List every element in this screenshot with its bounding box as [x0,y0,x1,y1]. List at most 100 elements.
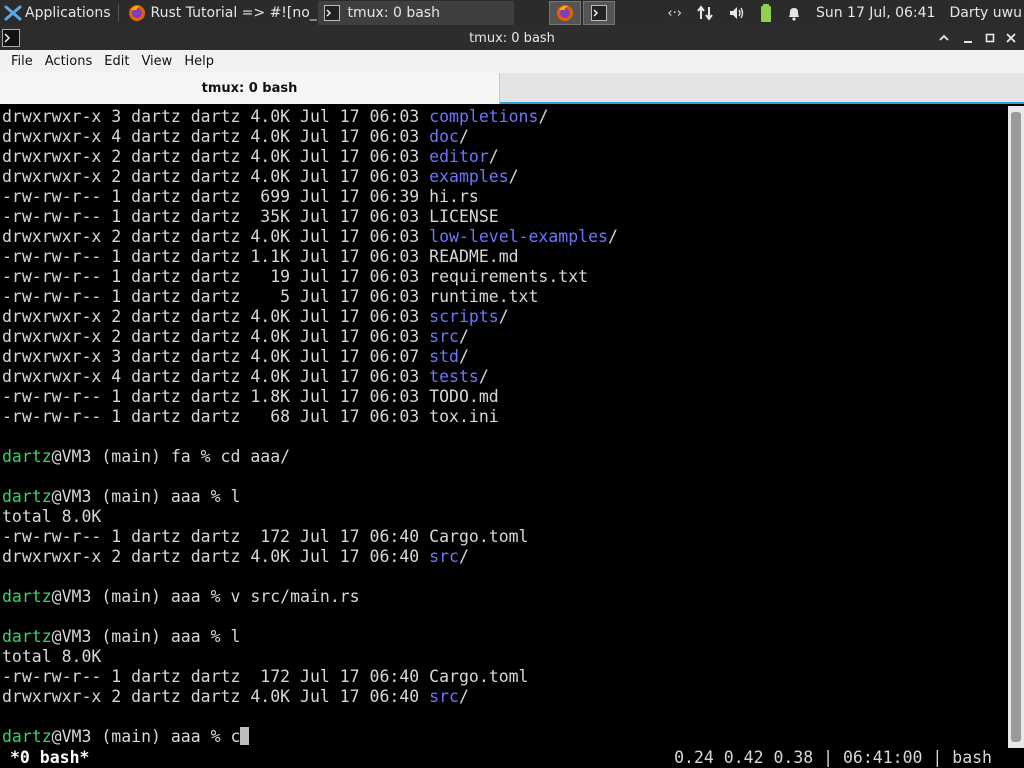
directory-name: std [429,347,459,366]
terminal-line: drwxrwxr-x 2 dartz dartz 4.0K Jul 17 06:… [2,147,1008,167]
terminal-icon [2,29,20,47]
terminal-output[interactable]: drwxrwxr-x 3 dartz dartz 4.0K Jul 17 06:… [0,106,1008,748]
network-arrows-icon[interactable]: ‹·› [661,0,688,26]
prompt-command: @VM3 (main) aaa % l [51,487,241,506]
launcher-terminal[interactable] [583,1,615,25]
terminal-line: -rw-rw-r-- 1 dartz dartz 172 Jul 17 06:4… [2,667,1008,687]
directory-name: src [429,547,459,566]
terminal-line: -rw-rw-r-- 1 dartz dartz 35K Jul 17 06:0… [2,207,1008,227]
maximize-icon [985,33,995,43]
terminal-line: -rw-rw-r-- 1 dartz dartz 68 Jul 17 06:03… [2,407,1008,427]
prompt-user: dartz [2,587,52,606]
terminal-line: drwxrwxr-x 3 dartz dartz 4.0K Jul 17 06:… [2,347,1008,367]
file-attributes: drwxrwxr-x 2 dartz dartz 4.0K Jul 17 06:… [2,307,430,326]
battery-icon[interactable] [754,0,778,26]
network-updown-icon[interactable] [690,0,720,26]
prompt-command: @VM3 (main) aaa % l [51,627,241,646]
terminal-line: -rw-rw-r-- 1 dartz dartz 19 Jul 17 06:03… [2,267,1008,287]
window-maximize-button[interactable] [979,26,1001,50]
clock[interactable]: Sun 17 Jul, 06:41 [810,0,942,26]
window-titlebar[interactable]: tmux: 0 bash [0,26,1024,50]
applications-menu-button[interactable]: Applications [0,0,115,26]
prompt-command: @VM3 (main) aaa % c [51,727,241,746]
file-attributes: -rw-rw-r-- 1 dartz dartz 172 Jul 17 06:4… [2,527,430,546]
terminal-line: drwxrwxr-x 2 dartz dartz 4.0K Jul 17 06:… [2,547,1008,567]
file-attributes: drwxrwxr-x 2 dartz dartz 4.0K Jul 17 06:… [2,167,430,186]
menu-edit[interactable]: Edit [98,54,135,69]
directory-slash: / [607,227,618,246]
file-attributes: drwxrwxr-x 2 dartz dartz 4.0K Jul 17 06:… [2,687,430,706]
terminal-line: drwxrwxr-x 2 dartz dartz 4.0K Jul 17 06:… [2,227,1008,247]
prompt-user: dartz [2,447,52,466]
terminal-line: -rw-rw-r-- 1 dartz dartz 1.8K Jul 17 06:… [2,387,1008,407]
task-firefox-label: Rust Tutorial => #![no_... [150,5,318,21]
directory-slash: / [458,547,469,566]
terminal-line: dartz@VM3 (main) aaa % l [2,487,1008,507]
tab-bar: tmux: 0 bash [0,73,1024,104]
window-shade-button[interactable] [933,26,955,50]
window-title: tmux: 0 bash [469,30,555,46]
tmux-status-right: 0.24 0.42 0.38 | 06:41:00 | bash [674,748,992,767]
panel-separator [117,4,119,22]
terminal-text: total 8.0K [2,507,102,526]
file-name: Cargo.toml [429,667,529,686]
xfce-logo-icon [4,5,22,21]
file-attributes: drwxrwxr-x 2 dartz dartz 4.0K Jul 17 06:… [2,547,430,566]
file-attributes: drwxrwxr-x 3 dartz dartz 4.0K Jul 17 06:… [2,347,430,366]
file-attributes: -rw-rw-r-- 1 dartz dartz 68 Jul 17 06:03 [2,407,430,426]
directory-name: examples [429,167,509,186]
minimize-icon [964,41,972,43]
file-attributes: drwxrwxr-x 2 dartz dartz 4.0K Jul 17 06:… [2,147,430,166]
file-attributes: drwxrwxr-x 2 dartz dartz 4.0K Jul 17 06:… [2,327,430,346]
directory-slash: / [478,367,489,386]
volume-icon[interactable] [722,0,752,26]
applications-label: Applications [25,5,111,21]
file-attributes: drwxrwxr-x 4 dartz dartz 4.0K Jul 17 06:… [2,127,430,146]
directory-slash: / [458,327,469,346]
window-close-button[interactable] [1000,26,1022,50]
terminal-scrollbar[interactable] [1008,106,1024,748]
file-name: README.md [429,247,519,266]
notification-bell-icon[interactable] [780,0,808,26]
user-menu[interactable]: Darty uwu [943,0,1024,26]
system-tray: ‹·› Sun 17 Jul, 06:41 Darty uwu [661,0,1024,26]
prompt-user: dartz [2,627,52,646]
terminal-line: drwxrwxr-x 3 dartz dartz 4.0K Jul 17 06:… [2,107,1008,127]
file-attributes: -rw-rw-r-- 1 dartz dartz 699 Jul 17 06:3… [2,187,430,206]
menu-view[interactable]: View [135,54,178,69]
file-attributes: drwxrwxr-x 4 dartz dartz 4.0K Jul 17 06:… [2,367,430,386]
task-firefox[interactable]: Rust Tutorial => #![no_... [122,1,318,25]
task-terminal[interactable]: tmux: 0 bash [317,1,514,25]
terminal-line: dartz@VM3 (main) aaa % l [2,627,1008,647]
window-minimize-button[interactable] [957,26,979,50]
file-name: TODO.md [429,387,499,406]
directory-name: completions [429,107,539,126]
prompt-user: dartz [2,727,52,746]
file-attributes: -rw-rw-r-- 1 dartz dartz 1.8K Jul 17 06:… [2,387,430,406]
directory-name: src [429,327,459,346]
file-attributes: -rw-rw-r-- 1 dartz dartz 19 Jul 17 06:03 [2,267,430,286]
tmux-status-bar: *0 bash* 0.24 0.42 0.38 | 06:41:00 | bas… [0,748,1024,768]
firefox-icon [128,5,145,21]
menu-help[interactable]: Help [178,54,220,69]
directory-slash: / [538,107,549,126]
terminal-text: total 8.0K [2,647,102,666]
directory-slash: / [458,687,469,706]
launcher-firefox[interactable] [549,1,581,25]
file-name: Cargo.toml [429,527,529,546]
tmux-window-list[interactable]: *0 bash* [10,748,89,768]
file-attributes: drwxrwxr-x 2 dartz dartz 4.0K Jul 17 06:… [2,227,430,246]
menu-file[interactable]: File [5,54,39,69]
terminal-line: drwxrwxr-x 2 dartz dartz 4.0K Jul 17 06:… [2,687,1008,707]
file-name: requirements.txt [429,267,589,286]
directory-slash: / [458,347,469,366]
terminal-line: drwxrwxr-x 4 dartz dartz 4.0K Jul 17 06:… [2,367,1008,387]
tab-tmux-bash[interactable]: tmux: 0 bash [0,73,500,104]
file-name: tox.ini [429,407,499,426]
menu-actions[interactable]: Actions [39,54,99,69]
terminal-line: drwxrwxr-x 2 dartz dartz 4.0K Jul 17 06:… [2,167,1008,187]
scrollbar-thumb[interactable] [1011,112,1021,742]
